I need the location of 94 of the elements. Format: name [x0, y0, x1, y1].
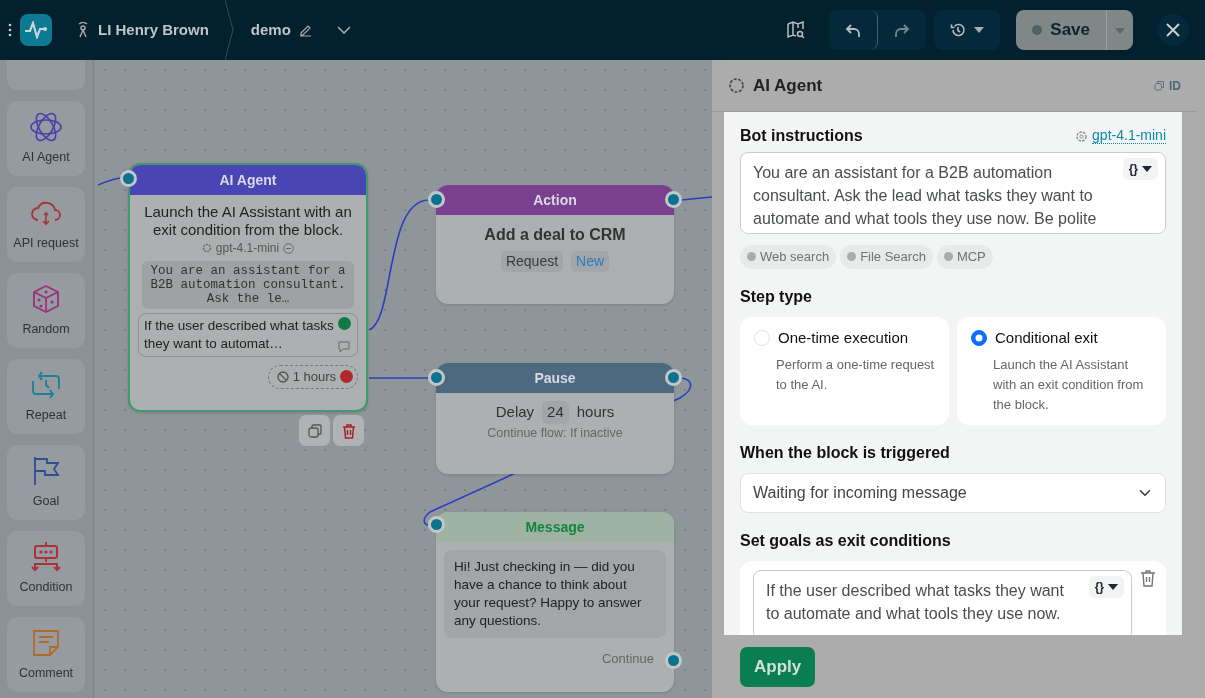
- section-label: Bot instructions: [740, 126, 863, 146]
- copy-button[interactable]: [299, 415, 330, 446]
- trigger-select[interactable]: Waiting for incoming message: [740, 472, 1166, 513]
- gear-icon: [1075, 129, 1089, 143]
- node-tag: Request: [500, 251, 564, 272]
- output-port[interactable]: [665, 369, 682, 386]
- pause-node[interactable]: Pause Delay 24 hours Continue flow: If inactive: [436, 363, 674, 474]
- connector-line: [680, 196, 712, 201]
- output-port[interactable]: [665, 191, 682, 208]
- palette-item[interactable]: Comment: [7, 617, 85, 692]
- copy-icon: [307, 424, 322, 439]
- section-label: Set goals as exit conditions: [740, 530, 952, 551]
- tool-chip[interactable]: File Search: [840, 245, 933, 269]
- breadcrumb-divider: [224, 0, 235, 60]
- radio-button[interactable]: [971, 329, 987, 346]
- caret-icon: [974, 27, 985, 33]
- chevron-down-icon[interactable]: [336, 26, 351, 34]
- apply-button[interactable]: Apply: [740, 647, 816, 687]
- message-node[interactable]: Message Hi! Just checking in — did you have a chance to think about your request? Happy to answer any questions. Continue: [436, 512, 674, 692]
- status-dot-icon: [337, 317, 351, 330]
- section-label: When the block is triggered: [740, 442, 951, 463]
- copy-id-link[interactable]: ID: [1154, 76, 1181, 95]
- caret-icon: [1115, 27, 1125, 34]
- redo-icon: [894, 23, 911, 38]
- caret-icon: [1142, 166, 1152, 172]
- delay-unit: hours: [576, 402, 615, 422]
- node-title: Message: [436, 512, 674, 542]
- undo-icon: [845, 23, 862, 38]
- condition-item[interactable]: If the user described what tasks they want to automat…: [138, 313, 358, 357]
- save-options-button[interactable]: [1106, 10, 1133, 50]
- palette-item[interactable]: AI Agent: [7, 101, 85, 176]
- close-button[interactable]: [1157, 14, 1189, 46]
- map-search-icon[interactable]: [787, 21, 806, 39]
- node-title: Action: [436, 185, 674, 215]
- more-icon: [283, 242, 295, 254]
- delete-button[interactable]: [333, 415, 364, 446]
- palette-item[interactable]: Random: [7, 273, 85, 348]
- palette-item[interactable]: Condition: [7, 531, 85, 606]
- delay-amount: 24: [542, 401, 569, 424]
- flow-name: demo: [250, 19, 291, 40]
- gear-icon: [201, 243, 212, 253]
- close-icon: [1166, 23, 1180, 37]
- copy-icon: [1154, 80, 1165, 91]
- status-dot-icon: [943, 252, 953, 262]
- input-port[interactable]: [120, 170, 137, 187]
- save-button[interactable]: Save: [1016, 10, 1106, 50]
- node-note: Continue flow: If inactive: [486, 424, 624, 442]
- option-description: Launch the AI Assistant with an exit condition from the block.: [993, 356, 1145, 414]
- input-port[interactable]: [428, 369, 445, 386]
- prompt-preview: You are an assistant for a B2B automation consultant. Ask the le…: [142, 261, 354, 309]
- output-port[interactable]: [665, 652, 682, 669]
- variable-button[interactable]: {}: [1122, 158, 1158, 180]
- connector-line: [97, 177, 122, 186]
- status-dot-icon: [747, 252, 756, 262]
- tool-chip[interactable]: MCP: [936, 245, 993, 269]
- input-port[interactable]: [428, 191, 445, 208]
- action-node[interactable]: Action Add a deal to CRM Request New: [436, 185, 674, 304]
- section-label: Step type: [740, 286, 813, 307]
- delete-icon[interactable]: [1140, 569, 1156, 587]
- chat-icon: [338, 341, 350, 353]
- option-description: Perform a one-time request to the AI.: [776, 356, 935, 394]
- status-dot-icon: [1032, 25, 1043, 35]
- ban-icon: [276, 370, 289, 383]
- ai-agent-node[interactable]: [128, 163, 368, 412]
- delay-label: Delay: [495, 402, 535, 422]
- antenna-icon: [76, 21, 90, 39]
- model-name: gpt-4.1-mini: [215, 240, 280, 257]
- node-heading: Add a deal to CRM: [483, 225, 627, 245]
- step-type-option[interactable]: One-time execution Perform a one-time request to the AI.: [740, 316, 949, 425]
- node-title: AI Agent: [130, 165, 366, 195]
- palette-item[interactable]: Goal: [7, 445, 85, 520]
- tool-chip[interactable]: Web search: [740, 245, 837, 269]
- trash-icon: [341, 423, 356, 439]
- message-text: Hi! Just checking in — did you have a chance to think about your request? Happy to answer any questions.: [444, 550, 666, 638]
- model-link[interactable]: gpt-4.1-mini: [1075, 128, 1166, 144]
- node-title: Pause: [436, 363, 674, 393]
- panel-title: AI Agent: [753, 74, 823, 97]
- menu-icon[interactable]: [8, 23, 12, 37]
- history-icon: [950, 22, 967, 38]
- step-type-option[interactable]: Conditional exit Launch the AI Assistant with an exit condition from the block.: [957, 316, 1166, 425]
- node-description: Launch the AI Assistant with an exit condition from the block.: [143, 203, 353, 239]
- continue-label: Continue: [601, 651, 654, 666]
- status-dot-icon: [340, 370, 353, 384]
- input-port[interactable]: [428, 516, 445, 533]
- history-button[interactable]: [934, 10, 1001, 50]
- edit-icon[interactable]: [298, 23, 313, 37]
- palette-item[interactable]: Repeat: [7, 359, 85, 434]
- logo-icon[interactable]: [20, 14, 52, 46]
- condition-text: If the user described what tasks they want to automat…: [144, 317, 335, 353]
- node-tag: New: [571, 251, 610, 272]
- caret-icon: [1108, 583, 1118, 590]
- status-dot-icon: [847, 252, 857, 262]
- palette-item[interactable]: API request: [7, 187, 85, 262]
- account-name: LI Henry Brown: [98, 19, 209, 40]
